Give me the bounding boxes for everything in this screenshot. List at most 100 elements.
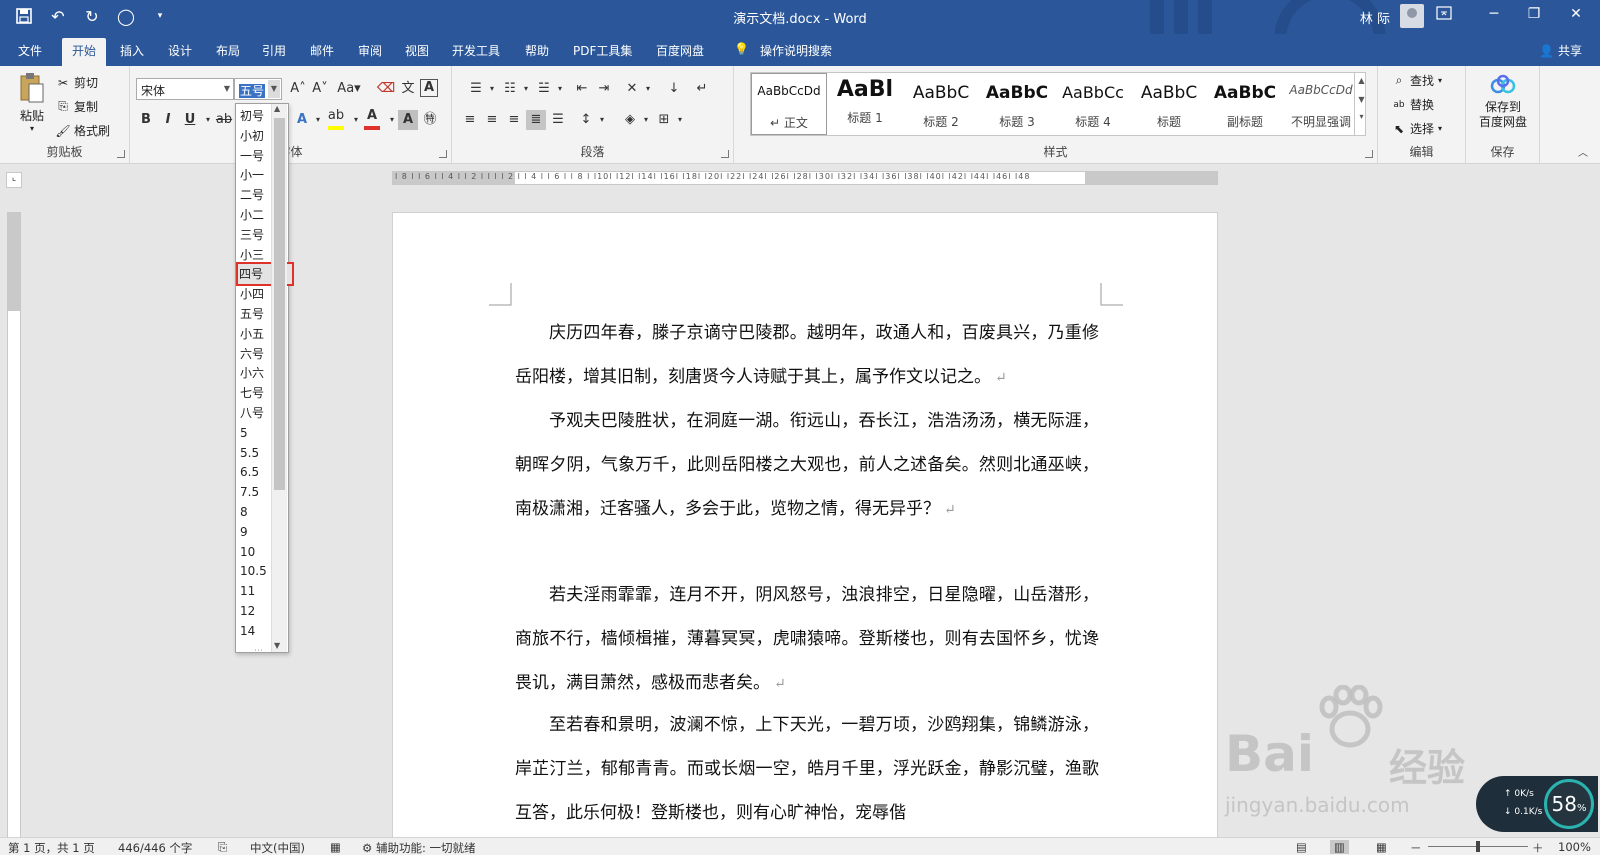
chevron-down-icon[interactable]: ▼ — [224, 84, 230, 93]
copy-button[interactable]: ⎘ 复制 — [56, 98, 98, 115]
chevron-down-icon[interactable]: ▾ — [638, 79, 658, 99]
tab-mailings[interactable]: 邮件 — [310, 42, 334, 59]
document-paragraph[interactable]: 若夫淫雨霏霏，连月不开，阴风怒号，浊浪排空，日星隐曜，山岳潜形，商旅不行，樯倾楫… — [515, 573, 1099, 706]
bold-icon[interactable]: B — [136, 110, 156, 130]
font-size-option[interactable]: 小二 — [239, 205, 275, 225]
style-title[interactable]: AaBbC 标题 — [1131, 73, 1207, 135]
font-size-option[interactable]: 11 — [239, 581, 275, 601]
tab-references[interactable]: 引用 — [262, 42, 286, 59]
more-styles-icon[interactable]: ▾ — [1355, 112, 1368, 121]
chevron-up-icon[interactable]: ▲ — [1355, 76, 1368, 85]
chevron-down-icon[interactable]: ▾ — [550, 79, 570, 99]
font-size-option[interactable]: 14 — [239, 621, 275, 641]
character-shading-icon[interactable]: A — [398, 110, 418, 130]
chevron-down-icon[interactable]: ▼ — [268, 80, 280, 98]
font-size-option[interactable]: 7.5 — [239, 482, 275, 502]
scroll-thumb[interactable] — [274, 118, 285, 490]
font-size-option[interactable]: 9 — [239, 522, 275, 542]
horizontal-ruler[interactable]: l 8 l l 6 l l 4 l l 2 l l l l 2 l l 4 l … — [392, 171, 1218, 185]
zoom-slider-thumb[interactable] — [1476, 841, 1480, 852]
styles-scroll[interactable]: ▲ ▼ ▾ — [1354, 72, 1368, 136]
replace-button[interactable]: ab 替换 — [1392, 96, 1434, 113]
grow-font-icon[interactable]: A˄ — [288, 79, 308, 99]
character-border-icon[interactable]: A — [420, 79, 438, 97]
proofing-icon[interactable]: ⎘ — [218, 840, 227, 855]
font-size-option[interactable]: 小一 — [239, 165, 275, 185]
minimize-icon[interactable]: ─ — [1484, 6, 1504, 26]
network-speed-widget[interactable]: ↑ 0K/s ↓ 0.1K/s 58% — [1476, 776, 1598, 832]
find-button[interactable]: ⌕ 查找 ▾ — [1392, 72, 1442, 89]
tab-layout[interactable]: 布局 — [216, 42, 240, 59]
dropdown-scrollbar[interactable]: ▲ ▼ — [271, 104, 287, 652]
font-size-option[interactable]: 8 — [239, 502, 275, 522]
style-heading-1[interactable]: AaBl 标题 1 — [827, 73, 903, 135]
ribbon-display-options-icon[interactable] — [1434, 6, 1454, 26]
document-paragraph[interactable]: 予观夫巴陵胜状，在洞庭一湖。衔远山，吞长江，浩浩汤汤，横无际涯，朝晖夕阴，气象万… — [515, 399, 1099, 532]
font-size-option[interactable]: 小三 — [239, 245, 275, 265]
change-case-button[interactable]: Aa▾ — [336, 79, 362, 99]
web-layout-icon[interactable]: ▦ — [1376, 840, 1387, 854]
chevron-up-icon[interactable]: ▲ — [274, 104, 280, 113]
font-name-combo[interactable]: 宋体 ▼ — [136, 78, 234, 100]
tab-pdf-tools[interactable]: PDF工具集 — [573, 42, 632, 59]
tab-review[interactable]: 审阅 — [358, 42, 382, 59]
phonetic-guide-icon[interactable]: 文 — [398, 79, 418, 99]
align-right-icon[interactable]: ≡ — [504, 110, 524, 130]
clear-formatting-icon[interactable]: ⌫ — [376, 79, 396, 99]
chevron-down-icon[interactable]: ▾ — [516, 79, 536, 99]
style-heading-4[interactable]: AaBbCc 标题 4 — [1055, 73, 1131, 135]
resize-grip-icon[interactable]: ⋯ — [254, 646, 263, 656]
increase-indent-icon[interactable]: ⇥ — [594, 79, 614, 99]
accessibility-status[interactable]: ⚙ 辅助功能: 一切就绪 — [362, 840, 476, 855]
format-painter-button[interactable]: 🖌 格式刷 — [55, 122, 110, 139]
font-size-option[interactable]: 三号 — [239, 225, 275, 245]
cut-button[interactable]: ✂ 剪切 — [56, 74, 98, 91]
tab-help[interactable]: 帮助 — [525, 42, 549, 59]
sort-icon[interactable]: ↓ — [664, 79, 684, 99]
tab-view[interactable]: 视图 — [405, 42, 429, 59]
font-size-option[interactable]: 12 — [239, 601, 275, 621]
font-size-option[interactable]: 八号 — [239, 403, 275, 423]
save-to-baidu-button[interactable]: 保存到 百度网盘 — [1466, 74, 1540, 130]
chevron-down-icon[interactable]: ▾ — [592, 110, 612, 130]
font-size-option[interactable]: 初号 — [239, 106, 275, 126]
chevron-down-icon[interactable]: ▼ — [274, 641, 280, 650]
restore-icon[interactable]: ❐ — [1524, 6, 1544, 26]
highlight-color-icon[interactable]: ab — [326, 106, 346, 130]
style-heading-3[interactable]: AaBbC 标题 3 — [979, 73, 1055, 135]
font-size-option[interactable]: 10 — [239, 542, 275, 562]
chevron-down-icon[interactable]: ▾ — [670, 110, 690, 130]
font-size-combo[interactable]: 五号 ▼ — [234, 78, 282, 100]
decrease-indent-icon[interactable]: ⇤ — [572, 79, 592, 99]
zoom-level[interactable]: 100% — [1558, 840, 1591, 854]
enclose-characters-icon[interactable]: ㊕ — [420, 110, 440, 130]
font-size-option[interactable]: 6.5 — [239, 462, 275, 482]
distributed-icon[interactable]: ☰ — [548, 110, 568, 130]
paste-button[interactable]: 粘贴 ▾ — [14, 72, 50, 136]
font-size-option[interactable]: 五号 — [239, 304, 275, 324]
close-icon[interactable]: ✕ — [1566, 6, 1586, 26]
font-size-option[interactable]: 一号 — [239, 146, 275, 166]
collapse-ribbon-icon[interactable]: ︿ — [1578, 144, 1588, 159]
underline-icon[interactable]: U — [180, 110, 200, 130]
macro-icon[interactable]: ▦ — [330, 840, 341, 854]
font-size-option[interactable]: 小初 — [239, 126, 275, 146]
tab-home[interactable]: 开始 — [62, 38, 107, 66]
lightbulb-icon[interactable]: 💡 — [734, 42, 749, 56]
user-name[interactable]: 林 际 — [1360, 8, 1390, 27]
tab-insert[interactable]: 插入 — [120, 42, 144, 59]
select-button[interactable]: ⬉ 选择 ▾ — [1392, 120, 1442, 137]
clipboard-launcher-icon[interactable] — [117, 150, 125, 158]
align-left-icon[interactable]: ≡ — [460, 110, 480, 130]
font-color-icon[interactable]: A — [362, 106, 382, 130]
font-size-option[interactable]: 5 — [239, 423, 275, 443]
italic-icon[interactable]: I — [158, 110, 178, 130]
print-layout-icon[interactable]: ▥ — [1330, 840, 1349, 854]
font-size-option[interactable]: 10.5 — [239, 561, 275, 581]
share-button[interactable]: 👤 共享 — [1539, 42, 1582, 59]
style-heading-2[interactable]: AaBbC 标题 2 — [903, 73, 979, 135]
shrink-font-icon[interactable]: A˅ — [310, 79, 330, 99]
style-normal[interactable]: AaBbCcDd ↵ 正文 — [751, 73, 827, 135]
chevron-down-icon[interactable]: ▾ — [636, 110, 656, 130]
tab-developer[interactable]: 开发工具 — [452, 42, 500, 59]
